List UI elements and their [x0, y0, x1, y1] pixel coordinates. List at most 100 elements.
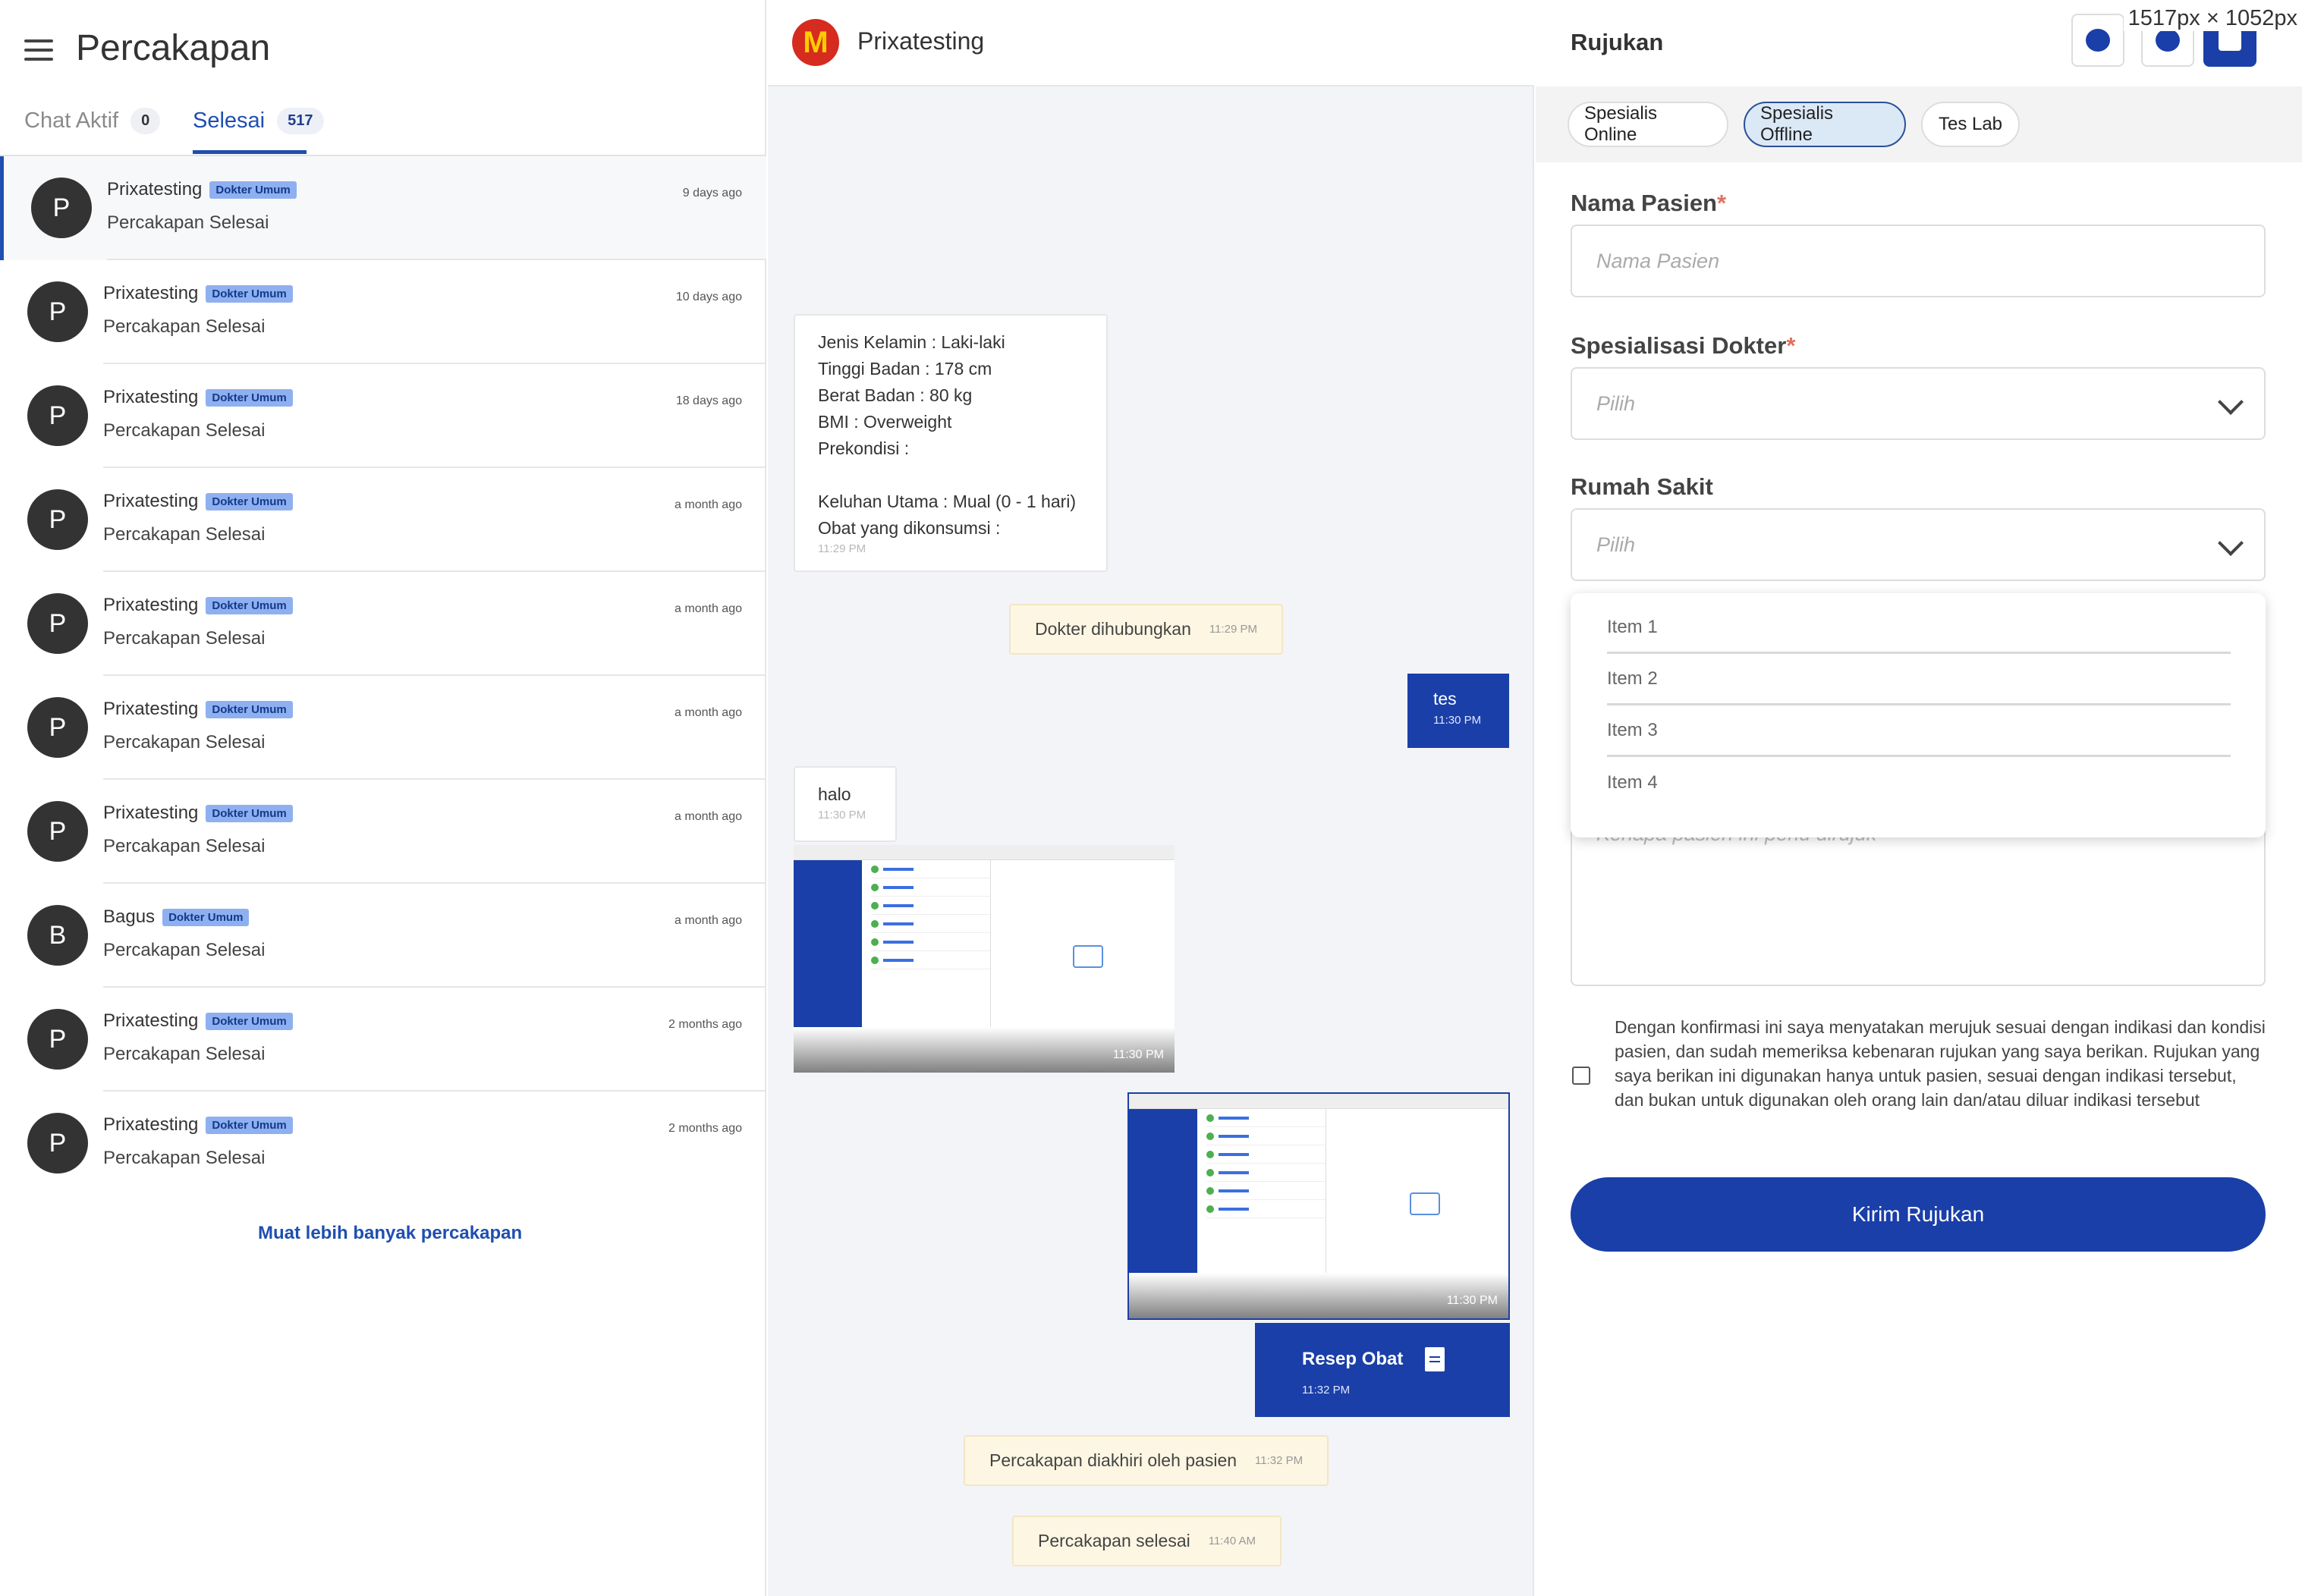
submit-referral-button[interactable]: Kirim Rujukan	[1571, 1177, 2266, 1252]
dimension-label: 1517px × 1052px	[2123, 6, 2302, 31]
avatar: P	[31, 178, 92, 238]
tab-chat-aktif[interactable]: Chat Aktif 0	[24, 108, 161, 134]
spesialisasi-select[interactable]: Pilih	[1571, 367, 2266, 440]
patient-info-message: Jenis Kelamin : Laki-laki Tinggi Badan :…	[794, 314, 1108, 572]
conversation-item[interactable]: P Prixatesting Dokter Umum Percakapan Sel…	[0, 780, 766, 884]
conversation-name: Prixatesting	[103, 283, 199, 303]
illustration-icon	[1073, 945, 1103, 968]
chip-tes-lab[interactable]: Tes Lab	[1921, 102, 2020, 147]
dropdown-option[interactable]: Item 1	[1607, 602, 2231, 654]
chip-spesialis-offline[interactable]: Spesialis Offline	[1744, 102, 1906, 147]
chat-add-icon	[2086, 29, 2110, 52]
doctor-type-badge: Dokter Umum	[206, 700, 293, 718]
conversation-name: Prixatesting	[103, 803, 199, 823]
nama-pasien-input[interactable]: Nama Pasien	[1571, 225, 2266, 297]
conversation-name: Prixatesting	[103, 1010, 199, 1031]
conversation-name-row: Bagus Dokter Umum	[103, 906, 250, 928]
thumbnail-toolbar	[794, 845, 1175, 860]
system-message-text: Dokter dihubungkan	[1035, 619, 1191, 639]
conversation-time: 9 days ago	[682, 187, 742, 200]
thumbnail-row	[871, 933, 990, 951]
user-icon	[2156, 29, 2180, 52]
thumbnail-row	[871, 860, 990, 878]
conversation-item[interactable]: P Prixatesting Dokter Umum Percakapan Sel…	[0, 364, 766, 468]
conversation-time: a month ago	[675, 810, 742, 823]
conversation-name: Prixatesting	[103, 491, 199, 511]
doctor-type-badge: Dokter Umum	[206, 804, 293, 822]
conversation-time: 18 days ago	[675, 394, 742, 407]
prescription-message[interactable]: Resep Obat 11:32 PM	[1255, 1323, 1510, 1417]
system-message: Percakapan diakhiri oleh pasien 11:32 PM	[964, 1435, 1329, 1486]
panel-title: Rujukan	[1571, 29, 1664, 55]
referral-header: Rujukan 1517px × 1052px	[1536, 0, 2302, 86]
conversation-name-row: Prixatesting Dokter Umum	[103, 803, 293, 824]
avatar: P	[27, 385, 88, 446]
patient-info-line: BMI : Overweight	[818, 412, 952, 432]
new-chat-button[interactable]	[2071, 14, 2124, 67]
conversation-time: a month ago	[675, 706, 742, 719]
avatar: P	[27, 1009, 88, 1070]
conversation-item[interactable]: P Prixatesting Dokter Umum Percakapan Sel…	[0, 156, 766, 260]
conversation-item[interactable]: P Prixatesting Dokter Umum Percakapan Sel…	[0, 1092, 766, 1195]
required-mark: *	[1786, 332, 1796, 359]
conversation-item[interactable]: P Prixatesting Dokter Umum Percakapan Sel…	[0, 676, 766, 780]
system-message: Percakapan selesai 11:40 AM	[1012, 1516, 1282, 1566]
doctor-type-badge: Dokter Umum	[206, 1012, 293, 1030]
chevron-down-icon	[2218, 530, 2244, 556]
thumbnail-row	[871, 951, 990, 969]
field-label-spesialisasi: Spesialisasi Dokter*	[1571, 332, 1795, 360]
dropdown-option[interactable]: Item 3	[1607, 705, 2231, 757]
thumbnail-list	[1197, 1109, 1326, 1273]
thumbnail-row	[871, 878, 990, 897]
avatar: B	[27, 905, 88, 966]
tab-selesai[interactable]: Selesai 517	[193, 108, 324, 134]
conversation-item[interactable]: P Prixatesting Dokter Umum Percakapan Sel…	[0, 572, 766, 676]
conversation-name-row: Prixatesting Dokter Umum	[103, 1010, 293, 1032]
rumah-sakit-select[interactable]: Pilih	[1571, 508, 2266, 581]
doctor-type-badge: Dokter Umum	[206, 492, 293, 511]
hamburger-icon[interactable]	[24, 39, 53, 61]
message-time: 11:30 PM	[1446, 1294, 1498, 1307]
conversation-name-row: Prixatesting Dokter Umum	[103, 387, 293, 408]
thumbnail-sidebar	[1129, 1109, 1197, 1273]
conversation-item[interactable]: P Prixatesting Dokter Umum Percakapan Sel…	[0, 468, 766, 572]
thumbnail-row	[871, 915, 990, 933]
patient-info-line: Obat yang dikonsumsi :	[818, 518, 1001, 538]
conversation-item[interactable]: B Bagus Dokter Umum Percakapan Selesai a …	[0, 884, 766, 988]
avatar: P	[27, 697, 88, 758]
doctor-type-badge: Dokter Umum	[206, 284, 293, 303]
avatar: P	[27, 593, 88, 654]
dropdown-option[interactable]: Item 2	[1607, 654, 2231, 705]
message-time: 11:40 AM	[1208, 1535, 1256, 1547]
message-text: tes	[1433, 689, 1457, 708]
select-placeholder: Pilih	[1596, 391, 1636, 415]
conversation-name-row: Prixatesting Dokter Umum	[103, 491, 293, 512]
app-root: Percakapan Chat Aktif 0 Selesai 517 P Pr…	[0, 0, 2302, 1596]
consent-checkbox[interactable]	[1572, 1067, 1590, 1085]
message-time: 11:30 PM	[818, 809, 866, 822]
thumbnail-row	[1206, 1145, 1326, 1164]
conversation-item[interactable]: P Prixatesting Dokter Umum Percakapan Sel…	[0, 988, 766, 1092]
page-title: Percakapan	[76, 28, 271, 68]
patient-info-line	[818, 462, 1083, 489]
dropdown-option[interactable]: Item 4	[1607, 757, 2231, 809]
conversation-name: Prixatesting	[107, 179, 203, 200]
conversation-item[interactable]: P Prixatesting Dokter Umum Percakapan Sel…	[0, 260, 766, 364]
outgoing-image-message[interactable]: 11:30 PM	[1127, 1092, 1510, 1320]
message-time: 11:32 PM	[1302, 1384, 1351, 1396]
doctor-type-badge: Dokter Umum	[206, 388, 293, 407]
conversation-name: Bagus	[103, 906, 156, 927]
conversation-status: Percakapan Selesai	[107, 212, 269, 233]
conversation-status: Percakapan Selesai	[103, 1148, 266, 1168]
tab-count-badge: 517	[277, 108, 324, 134]
chevron-down-icon	[2218, 389, 2244, 415]
chip-spesialis-online[interactable]: Spesialis Online	[1568, 102, 1728, 147]
load-more-link[interactable]: Muat lebih banyak percakapan	[258, 1223, 522, 1244]
referral-icon	[2219, 30, 2241, 51]
tab-label: Selesai	[193, 108, 266, 133]
incoming-image-message[interactable]: 11:30 PM	[794, 845, 1175, 1073]
conversation-status: Percakapan Selesai	[103, 524, 266, 545]
doctor-type-badge: Dokter Umum	[162, 908, 250, 926]
conversation-status: Percakapan Selesai	[103, 316, 266, 337]
conversation-list-panel: Percakapan Chat Aktif 0 Selesai 517 P Pr…	[0, 0, 766, 1596]
